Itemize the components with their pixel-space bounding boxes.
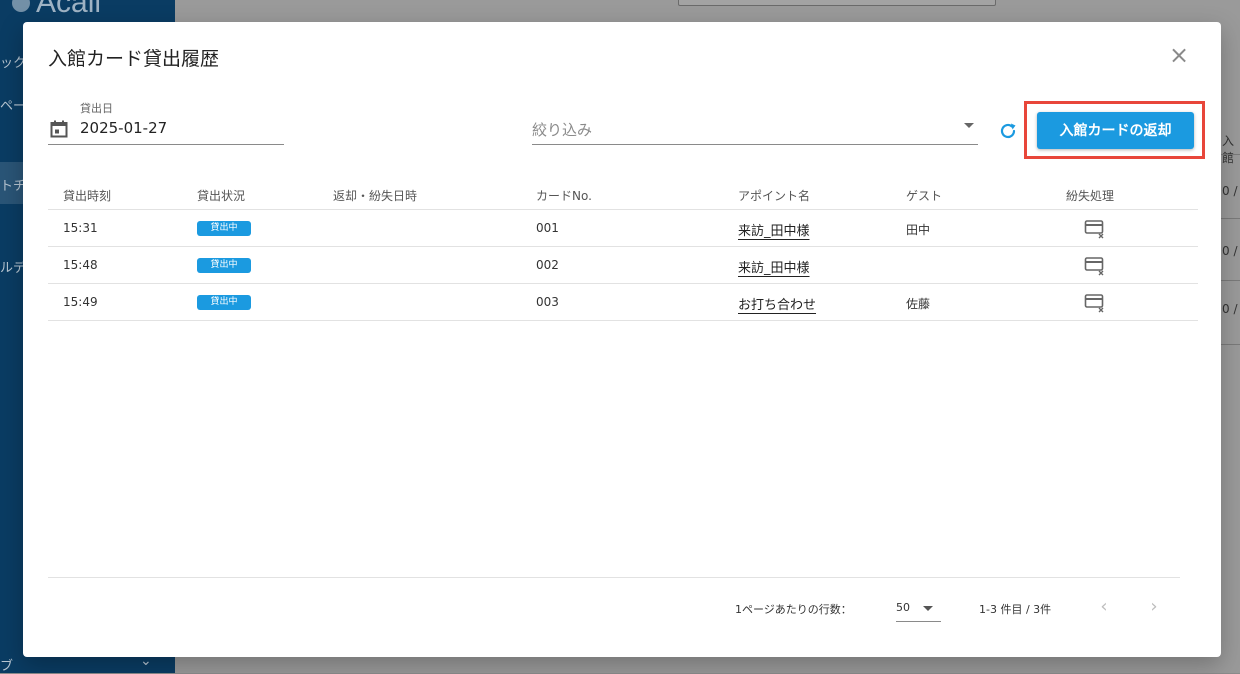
background-cell: 0 /: [1222, 302, 1238, 316]
history-table: 貸出時刻 貸出状況 返却・紛失日時 カードNo. アポイント名 ゲスト 紛失処理…: [48, 175, 1198, 321]
rows-per-page-value: 50: [896, 601, 910, 614]
column-header: 返却・紛失日時: [333, 189, 418, 203]
divider: [1221, 344, 1240, 345]
table-header: 貸出時刻 貸出状況 返却・紛失日時 カードNo. アポイント名 ゲスト 紛失処理: [48, 175, 1198, 210]
filter-select[interactable]: 絞り込み: [532, 110, 978, 145]
background-cell: 0 /: [1222, 184, 1238, 198]
rows-per-page-select[interactable]: 50: [896, 594, 941, 622]
appointment-link[interactable]: 来訪_田中様: [738, 257, 810, 276]
date-field[interactable]: 貸出日 2025-01-27: [48, 100, 284, 145]
card-number: 001: [536, 221, 559, 235]
sidebar-item-label: ブ: [0, 659, 14, 674]
table-row: 15:48 貸出中 002 来訪_田中様: [48, 247, 1198, 284]
card-number: 003: [536, 295, 559, 309]
dialog-title: 入館カード貸出履歴: [48, 48, 220, 70]
divider: [48, 577, 1180, 578]
loan-time: 15:31: [63, 221, 98, 235]
appointment-link[interactable]: 来訪_田中様: [738, 220, 810, 239]
background-cell: 0 /: [1222, 244, 1238, 258]
column-header: ゲスト: [906, 189, 943, 203]
guest-name: 田中: [906, 223, 931, 237]
divider: [1221, 280, 1240, 281]
divider: [1221, 218, 1240, 219]
card-lost-icon[interactable]: [1084, 219, 1106, 239]
card-lost-icon[interactable]: [1084, 256, 1106, 276]
card-lost-icon[interactable]: [1084, 293, 1106, 313]
background-search-box: [678, 0, 996, 6]
appointment-link[interactable]: お打ち合わせ: [738, 294, 816, 313]
caret-down-icon: [964, 123, 974, 128]
caret-down-icon: [923, 606, 933, 611]
background-column-header: 入館: [1222, 134, 1235, 165]
app-logo: Acall: [36, 0, 102, 19]
column-header: 紛失処理: [1066, 189, 1115, 203]
guest-name: 佐藤: [906, 297, 931, 311]
return-card-button[interactable]: 入館カードの返却: [1037, 112, 1194, 149]
date-label: 貸出日: [80, 102, 113, 115]
calendar-icon[interactable]: [50, 120, 68, 138]
refresh-icon[interactable]: [997, 120, 1019, 142]
divider: [1221, 154, 1240, 155]
table-row: 15:49 貸出中 003 お打ち合わせ 佐藤: [48, 284, 1198, 321]
status-badge: 貸出中: [197, 258, 251, 273]
status-badge: 貸出中: [197, 295, 251, 310]
column-header: 貸出状況: [197, 189, 246, 203]
pagination-range: 1-3 件目 / 3件: [979, 603, 1052, 616]
rows-per-page-label: 1ページあたりの行数：: [735, 603, 852, 616]
close-icon[interactable]: ×: [1166, 42, 1192, 68]
column-header: 貸出時刻: [63, 189, 112, 203]
logo-mark: [12, 0, 30, 12]
column-header: アポイント名: [738, 189, 811, 203]
card-number: 002: [536, 258, 559, 272]
chevron-left-icon[interactable]: ‹: [1094, 595, 1114, 619]
filter-placeholder: 絞り込み: [532, 121, 593, 139]
date-value[interactable]: 2025-01-27: [80, 119, 167, 137]
table-row: 15:31 貸出中 001 来訪_田中様 田中: [48, 210, 1198, 247]
loan-time: 15:48: [63, 258, 98, 272]
loan-time: 15:49: [63, 295, 98, 309]
column-header: カードNo.: [536, 189, 592, 203]
status-badge: 貸出中: [197, 221, 251, 236]
chevron-right-icon[interactable]: ›: [1144, 595, 1164, 619]
card-history-dialog: 入館カード貸出履歴 × 貸出日 2025-01-27 絞り込み 入館カードの返却…: [23, 22, 1221, 657]
